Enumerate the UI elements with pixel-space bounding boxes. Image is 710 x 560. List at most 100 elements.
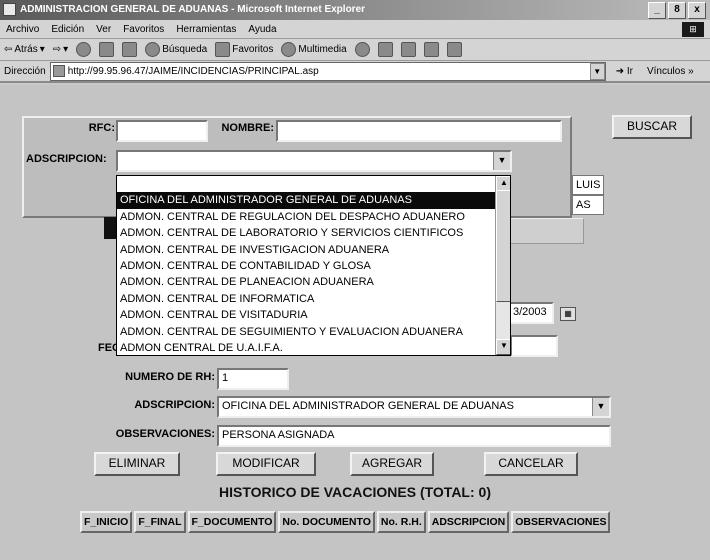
go-button[interactable]: ➜ Ir	[616, 66, 633, 77]
home-icon[interactable]	[122, 42, 138, 57]
column-header: No. R.H.	[376, 511, 426, 533]
go-arrow-icon: ➜	[615, 65, 625, 77]
menu-favoritos[interactable]: Favoritos	[123, 20, 164, 38]
window-controls: _ 8 x	[648, 2, 706, 19]
search-icon	[145, 42, 161, 57]
calendar-icon[interactable]: ▦	[560, 307, 576, 321]
column-header: OBSERVACIONES	[511, 511, 611, 533]
fecha-input[interactable]	[510, 335, 558, 357]
adscripcion-search-select[interactable]: ▼	[116, 150, 512, 172]
search-label: Búsqueda	[162, 44, 208, 55]
page-icon	[52, 65, 65, 77]
favorites-button[interactable]: Favoritos	[215, 42, 273, 57]
back-label: Atrás	[14, 44, 38, 55]
mail-icon[interactable]	[377, 42, 393, 57]
nombre-label: NOMBRE:	[221, 122, 274, 134]
dropdown-option[interactable]: ADMON CENTRAL DE U.A.I.F.A.	[117, 340, 510, 355]
nombre-input[interactable]	[276, 120, 562, 142]
discuss-icon[interactable]	[446, 42, 462, 57]
multimedia-icon	[281, 42, 297, 57]
stop-icon[interactable]	[76, 42, 92, 57]
menu-bar: Archivo Edición Ver Favoritos Herramient…	[0, 20, 710, 39]
address-input[interactable]: http://99.95.96.47/JAIME/INCIDENCIAS/PRI…	[49, 61, 606, 81]
edit-icon[interactable]	[423, 42, 439, 57]
observaciones-label: OBSERVACIONES:	[115, 428, 215, 440]
dropdown-option[interactable]: ADMON. CENTRAL DE PLANEACION ADUANERA	[117, 274, 510, 290]
column-header: No. DOCUMENTO	[278, 511, 375, 533]
history-title: HISTORICO DE VACACIONES (TOTAL: 0)	[219, 484, 491, 500]
dropdown-option[interactable]: OFICINA DEL ADMINISTRADOR GENERAL DE ADU…	[117, 192, 510, 209]
eliminar-button[interactable]: ELIMINAR	[94, 452, 180, 476]
refresh-icon[interactable]	[99, 42, 115, 57]
dropdown-option[interactable]: ADMON. CENTRAL DE INVESTIGACION ADUANERA	[117, 242, 510, 258]
multimedia-button[interactable]: Multimedia	[281, 42, 347, 57]
adscripcion-label: ADSCRIPCION:	[134, 399, 215, 411]
ie-app-icon	[3, 3, 16, 16]
numero-rh-input[interactable]: 1	[217, 368, 289, 390]
history-table-header: F_INICIO F_FINAL F_DOCUMENTO No. DOCUMEN…	[80, 511, 611, 533]
address-dropdown-button[interactable]: ▼	[589, 62, 605, 80]
dropdown-option-empty[interactable]	[117, 176, 510, 192]
forward-arrow-icon: ⇨	[52, 44, 62, 55]
search-button[interactable]: Búsqueda	[145, 42, 207, 57]
chevron-down-icon[interactable]: ▼	[592, 398, 609, 416]
chevron-down-icon: ▾	[39, 44, 45, 55]
minimize-button[interactable]: _	[648, 2, 666, 19]
numero-rh-label: NUMERO DE RH:	[125, 371, 215, 383]
address-url: http://99.95.96.47/JAIME/INCIDENCIAS/PRI…	[67, 65, 319, 77]
fecha-label: FEC	[98, 342, 120, 354]
favorites-icon	[215, 42, 231, 57]
cancelar-button[interactable]: CANCELAR	[484, 452, 578, 476]
dropdown-option[interactable]: ADMON. CENTRAL DE LABORATORIO Y SERVICIO…	[117, 225, 510, 241]
scroll-down-icon[interactable]: ▼	[496, 339, 510, 355]
back-button[interactable]: ⇦ Atrás ▾	[4, 44, 45, 55]
windows-logo-icon: ⊞	[682, 22, 704, 37]
name-result-cell: LUIS	[572, 175, 604, 195]
column-header: F_FINAL	[134, 511, 186, 533]
go-label: Ir	[626, 65, 633, 77]
forward-button[interactable]: ⇨ ▾	[53, 44, 68, 55]
menu-archivo[interactable]: Archivo	[6, 20, 39, 38]
multimedia-label: Multimedia	[298, 44, 347, 55]
history-icon[interactable]	[354, 42, 370, 57]
dropdown-option[interactable]: ADMON. CENTRAL DE CONTABILIDAD Y GLOSA	[117, 258, 510, 274]
chevron-down-icon[interactable]: ▼	[493, 152, 510, 170]
rfc-input[interactable]	[116, 120, 208, 142]
column-header: F_INICIO	[80, 511, 133, 533]
agregar-button[interactable]: AGREGAR	[350, 452, 434, 476]
adscripcion-value: OFICINA DEL ADMINISTRADOR GENERAL DE ADU…	[222, 400, 514, 412]
menu-herramientas[interactable]: Herramientas	[176, 20, 236, 38]
buscar-button[interactable]: BUSCAR	[612, 115, 692, 139]
column-header: ADSCRIPCION	[427, 511, 510, 533]
close-button[interactable]: x	[688, 2, 706, 19]
date-field[interactable]: 3/2003	[508, 302, 554, 324]
links-button[interactable]: Vínculos »	[647, 66, 694, 77]
address-bar: Dirección http://99.95.96.47/JAIME/INCID…	[0, 61, 710, 83]
back-arrow-icon: ⇦	[4, 44, 13, 55]
adscripcion-search-label: ADSCRIPCION:	[26, 153, 107, 165]
favorites-label: Favoritos	[232, 44, 274, 55]
adscripcion-select[interactable]: OFICINA DEL ADMINISTRADOR GENERAL DE ADU…	[217, 396, 611, 418]
column-header: F_DOCUMENTO	[187, 511, 277, 533]
toolbar: ⇦ Atrás ▾ ⇨ ▾ Búsqueda Favoritos Multime…	[0, 39, 710, 61]
rfc-label: RFC:	[88, 122, 115, 134]
dropdown-option[interactable]: ADMON. CENTRAL DE INFORMATICA	[117, 291, 510, 307]
dropdown-option[interactable]: ADMON. CENTRAL DE REGULACION DEL DESPACH…	[117, 209, 510, 225]
chevron-down-icon: ▾	[63, 44, 69, 55]
menu-ayuda[interactable]: Ayuda	[248, 20, 276, 38]
dropdown-option[interactable]: ADMON. CENTRAL DE SEGUIMIENTO Y EVALUACI…	[117, 324, 510, 340]
window-title: ADMINISTRACION GENERAL DE ADUANAS - Micr…	[20, 4, 366, 15]
print-icon[interactable]	[400, 42, 416, 57]
scroll-thumb[interactable]	[496, 190, 510, 302]
window-title-bar: ADMINISTRACION GENERAL DE ADUANAS - Micr…	[0, 0, 710, 20]
menu-edicion[interactable]: Edición	[51, 20, 84, 38]
surname-result-cell: AS	[572, 195, 604, 215]
observaciones-input[interactable]: PERSONA ASIGNADA	[217, 425, 611, 447]
dropdown-option[interactable]: ADMON. CENTRAL DE VISITADURIA	[117, 307, 510, 323]
address-label: Dirección	[4, 65, 46, 77]
dropdown-scrollbar[interactable]: ▲ ▼	[495, 176, 510, 355]
menu-ver[interactable]: Ver	[96, 20, 111, 38]
maximize-button[interactable]: 8	[668, 2, 686, 19]
adscripcion-dropdown-list[interactable]: OFICINA DEL ADMINISTRADOR GENERAL DE ADU…	[116, 175, 511, 356]
modificar-button[interactable]: MODIFICAR	[216, 452, 316, 476]
